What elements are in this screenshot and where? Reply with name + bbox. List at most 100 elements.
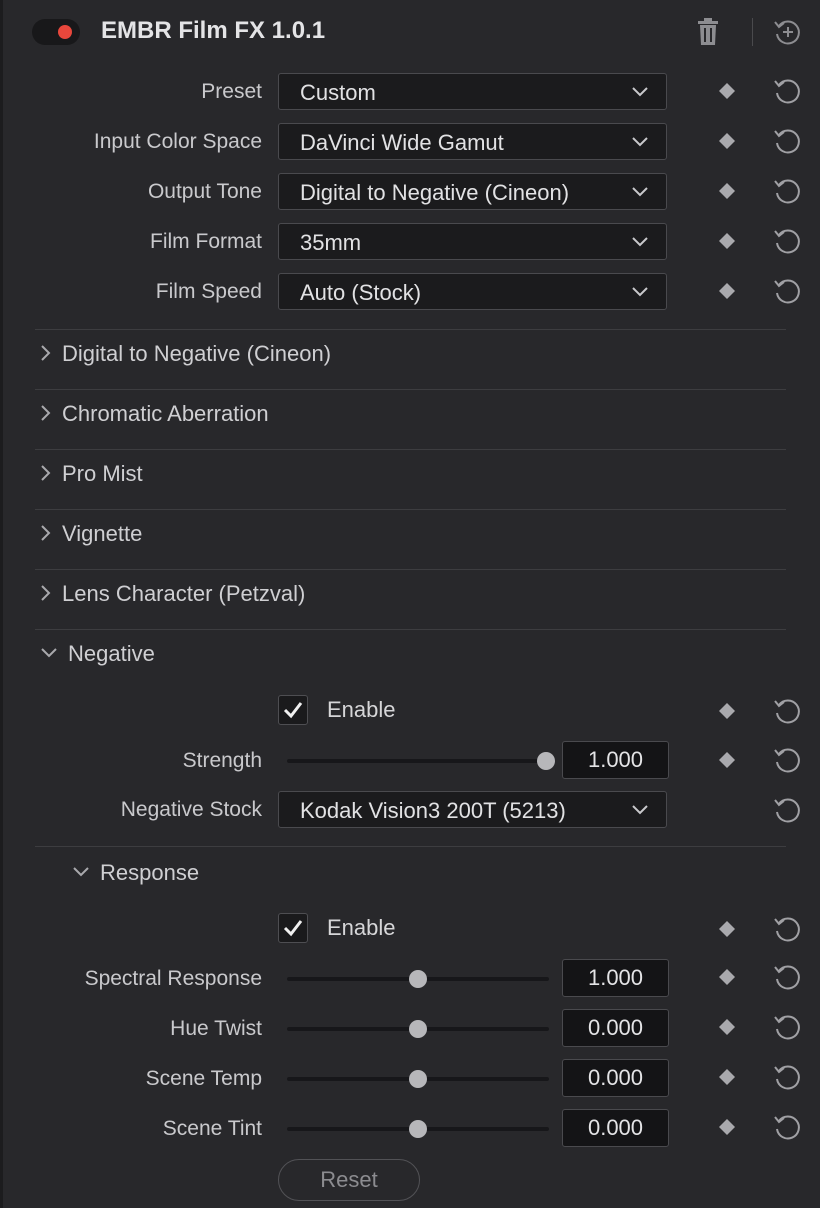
negative-stock-value: Kodak Vision3 200T (5213): [300, 798, 566, 823]
field-value: Auto (Stock): [300, 280, 422, 305]
slider-thumb[interactable]: [409, 1120, 427, 1138]
reset-icon[interactable]: [773, 1112, 803, 1142]
reset-icon[interactable]: [773, 1062, 803, 1092]
reset-button[interactable]: Reset: [278, 1159, 420, 1201]
slider-track[interactable]: [287, 970, 549, 988]
reset-icon[interactable]: [773, 745, 803, 775]
field-dropdown[interactable]: 35mm: [278, 223, 667, 260]
slider-value-field[interactable]: 0.000: [562, 1109, 669, 1147]
slider-thumb[interactable]: [409, 970, 427, 988]
keyframe-diamond-icon[interactable]: [718, 1018, 736, 1036]
section-header[interactable]: Vignette: [40, 521, 142, 547]
reset-icon[interactable]: [773, 76, 803, 106]
section-header[interactable]: Negative: [40, 641, 155, 667]
keyframe-diamond-icon[interactable]: [718, 702, 736, 720]
effect-panel: EMBR Film FX 1.0.1 Preset Custom Input Col…: [0, 0, 820, 1208]
keyframe-diamond-icon[interactable]: [718, 82, 736, 100]
reset-icon[interactable]: [773, 126, 803, 156]
field-dropdown[interactable]: Digital to Negative (Cineon): [278, 173, 667, 210]
reset-icon[interactable]: [773, 176, 803, 206]
chevron-down-icon: [632, 137, 648, 147]
field-dropdown[interactable]: Custom: [278, 73, 667, 110]
reset-icon[interactable]: [773, 696, 803, 726]
chevron-right-icon: [41, 405, 51, 421]
chevron-down-icon: [632, 805, 648, 815]
effect-title: EMBR Film FX 1.0.1: [101, 17, 326, 44]
slider-value-field[interactable]: 0.000: [562, 1009, 669, 1047]
chevron-down-icon: [632, 237, 648, 247]
chevron-down-icon: [73, 867, 89, 877]
slider-thumb[interactable]: [409, 1020, 427, 1038]
keyframe-diamond-icon[interactable]: [718, 282, 736, 300]
field-label: Input Color Space: [93, 130, 262, 153]
field-label: Film Speed: [155, 280, 262, 303]
chevron-down-icon: [41, 648, 57, 658]
keyframe-diamond-icon[interactable]: [718, 232, 736, 250]
divider: [35, 389, 786, 390]
section-header[interactable]: Pro Mist: [40, 461, 143, 487]
field-label: Film Format: [150, 230, 262, 253]
keyframe-diamond-icon[interactable]: [718, 1118, 736, 1136]
response-enable-checkbox[interactable]: [278, 913, 308, 943]
section-header[interactable]: Chromatic Aberration: [40, 401, 269, 427]
keyframe-diamond-icon[interactable]: [718, 920, 736, 938]
reset-all-icon[interactable]: [773, 17, 803, 47]
field-dropdown[interactable]: DaVinci Wide Gamut: [278, 123, 667, 160]
checkmark-icon: [283, 920, 303, 937]
keyframe-diamond-icon[interactable]: [718, 132, 736, 150]
panel-edge: [0, 0, 3, 1208]
divider: [35, 509, 786, 510]
slider-value-field[interactable]: 1.000: [562, 959, 669, 997]
chevron-right-icon: [41, 465, 51, 481]
strength-slider[interactable]: [287, 752, 555, 770]
response-enable-label: Enable: [327, 915, 396, 940]
slider-track[interactable]: [287, 1070, 549, 1088]
section-title: Vignette: [62, 521, 143, 546]
trash-icon[interactable]: [696, 18, 720, 46]
keyframe-diamond-icon[interactable]: [718, 182, 736, 200]
chevron-down-icon: [632, 187, 648, 197]
response-section-title: Response: [100, 860, 200, 885]
reset-icon[interactable]: [773, 962, 803, 992]
slider-value-field[interactable]: 0.000: [562, 1059, 669, 1097]
slider-label: Scene Tint: [162, 1117, 262, 1140]
reset-icon[interactable]: [773, 914, 803, 944]
checkmark-icon: [283, 702, 303, 719]
section-title: Chromatic Aberration: [62, 401, 269, 426]
chevron-down-icon: [632, 87, 648, 97]
reset-icon[interactable]: [773, 226, 803, 256]
reset-icon[interactable]: [773, 1012, 803, 1042]
slider-thumb[interactable]: [409, 1070, 427, 1088]
divider: [35, 569, 786, 570]
keyframe-diamond-icon[interactable]: [718, 968, 736, 986]
slider-label: Hue Twist: [170, 1017, 262, 1040]
section-title: Pro Mist: [62, 461, 143, 486]
slider-track[interactable]: [287, 1120, 549, 1138]
strength-value-field[interactable]: 1.000: [562, 741, 669, 779]
divider: [35, 846, 786, 847]
strength-slider-thumb[interactable]: [537, 752, 555, 770]
strength-label: Strength: [182, 749, 262, 772]
keyframe-diamond-icon[interactable]: [718, 751, 736, 769]
field-dropdown[interactable]: Auto (Stock): [278, 273, 667, 310]
section-header[interactable]: Lens Character (Petzval): [40, 581, 305, 607]
effect-enable-toggle[interactable]: [32, 19, 80, 45]
slider-track[interactable]: [287, 1020, 549, 1038]
keyframe-diamond-icon[interactable]: [718, 1068, 736, 1086]
negative-enable-checkbox[interactable]: [278, 695, 308, 725]
field-value: Digital to Negative (Cineon): [300, 180, 570, 205]
field-label: Output Tone: [147, 180, 262, 203]
chevron-right-icon: [41, 345, 51, 361]
field-label: Preset: [201, 80, 262, 103]
section-title: Digital to Negative (Cineon): [62, 341, 332, 366]
header-separator: [752, 18, 753, 46]
response-section-header[interactable]: Response: [72, 860, 199, 886]
slider-label: Spectral Response: [84, 967, 262, 990]
reset-icon[interactable]: [773, 276, 803, 306]
reset-icon[interactable]: [773, 795, 803, 825]
section-header[interactable]: Digital to Negative (Cineon): [40, 341, 331, 367]
field-value: 35mm: [300, 230, 362, 255]
negative-stock-label: Negative Stock: [120, 798, 262, 821]
negative-stock-dropdown[interactable]: Kodak Vision3 200T (5213): [278, 791, 667, 828]
divider: [35, 329, 786, 330]
